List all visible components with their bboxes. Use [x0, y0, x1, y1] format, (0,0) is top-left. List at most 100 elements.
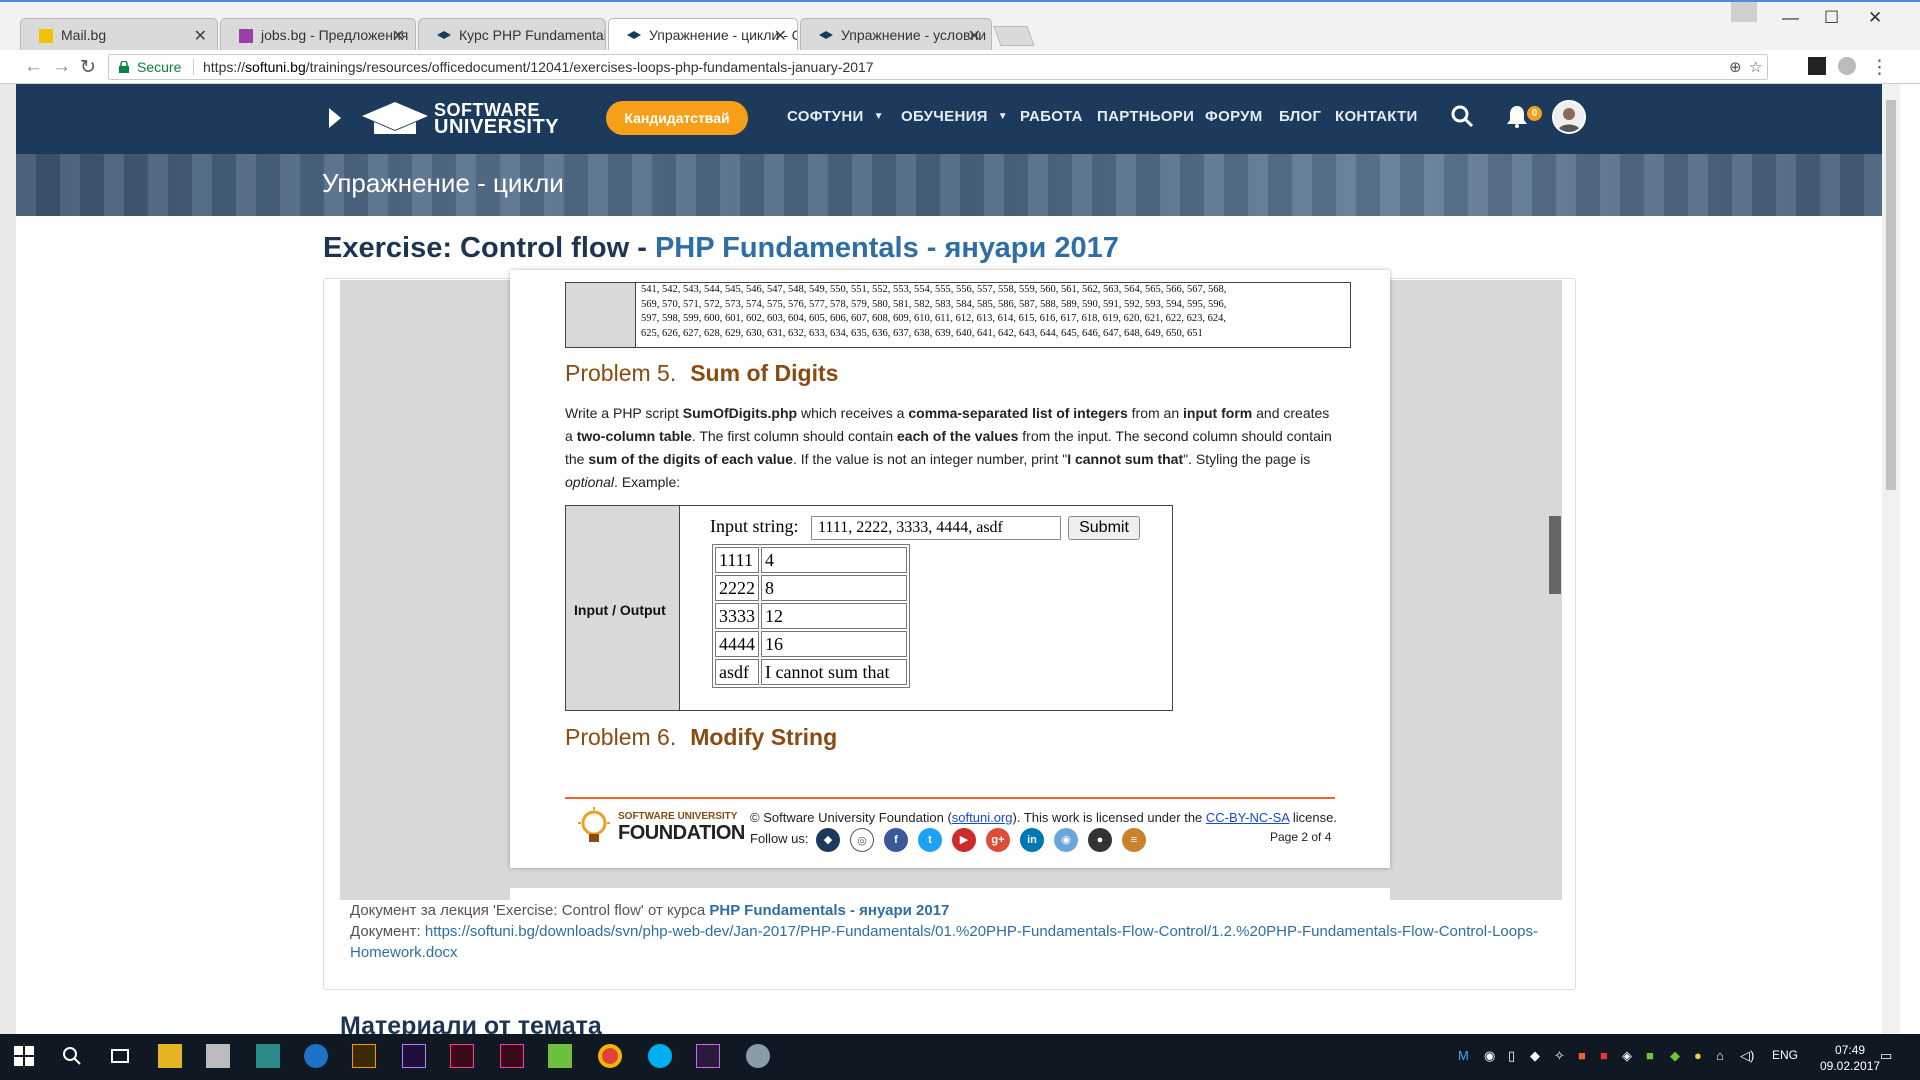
minimize-icon[interactable]: — — [1782, 8, 1799, 28]
github-icon[interactable]: ● — [1088, 828, 1112, 852]
softuni-org-link[interactable]: softuni.org — [952, 810, 1013, 825]
forward-arrow-icon[interactable]: → — [52, 56, 71, 78]
text-run: © Software University Foundation ( — [750, 810, 952, 825]
browser-tab-jobsbg[interactable]: jobs.bg - Предложения ✕ — [220, 18, 416, 52]
app-icon[interactable] — [548, 1044, 572, 1068]
nav-label: ОБУЧЕНИЯ — [901, 108, 988, 125]
bell-icon[interactable] — [1506, 104, 1528, 128]
tray-icon[interactable]: ■ — [1578, 1048, 1586, 1063]
stackoverflow-icon[interactable]: ≡ — [1122, 828, 1146, 852]
close-tab-icon[interactable]: ✕ — [968, 26, 981, 46]
apply-button[interactable]: Кандидатствай — [606, 101, 748, 135]
tray-icon[interactable]: ▯ — [1508, 1048, 1515, 1064]
tray-icon[interactable]: ◈ — [1622, 1048, 1632, 1064]
value-cell: 1111 — [715, 547, 759, 573]
nav-partners[interactable]: ПАРТНЬОРИ — [1097, 108, 1194, 125]
tray-icon[interactable]: ■ — [1600, 1048, 1608, 1063]
tray-icon[interactable]: ◉ — [1484, 1048, 1495, 1064]
slideshare-icon[interactable]: ◉ — [1054, 828, 1078, 852]
phpstorm-icon[interactable] — [696, 1044, 720, 1068]
extension-icon[interactable] — [1838, 57, 1856, 75]
url-prefix: https:// — [203, 59, 246, 75]
avatar[interactable] — [1552, 100, 1586, 134]
chrome-icon[interactable] — [598, 1044, 622, 1068]
extension-icon[interactable] — [1808, 57, 1826, 75]
url-text: https://softuni.bg/trainings/resources/o… — [203, 59, 874, 75]
browser-tab-mailbg[interactable]: Mail.bg ✕ — [20, 18, 218, 52]
course-link[interactable]: PHP Fundamentals - януари 2017 — [709, 902, 949, 919]
document-download-link[interactable]: https://softuni.bg/downloads/svn/php-web… — [350, 923, 1538, 961]
new-tab-button[interactable] — [993, 26, 1035, 46]
skype-icon[interactable] — [648, 1044, 672, 1068]
close-tab-icon[interactable]: ✕ — [194, 26, 207, 46]
twitter-icon[interactable]: t — [918, 828, 942, 852]
network-icon[interactable]: ⌂ — [1716, 1048, 1724, 1063]
lock-icon — [119, 61, 129, 73]
browser-tab-conditions[interactable]: Упражнение - условни ✕ — [800, 18, 992, 52]
tray-icon[interactable]: ✧ — [1554, 1048, 1565, 1064]
store-icon[interactable] — [206, 1044, 230, 1068]
tray-icon[interactable]: ● — [1694, 1048, 1702, 1063]
softuni-social-icon[interactable]: ◆ — [816, 828, 840, 852]
task-view-icon[interactable] — [108, 1044, 132, 1068]
close-tab-icon[interactable]: ✕ — [774, 26, 787, 46]
course-link[interactable]: PHP Fundamentals - януари 2017 — [655, 232, 1119, 264]
nav-blog[interactable]: БЛОГ — [1279, 108, 1321, 125]
license-link[interactable]: CC-BY-NC-SA — [1206, 810, 1289, 825]
document-meta: Документ за лекция 'Exercise: Control fl… — [350, 900, 1550, 963]
facebook-icon[interactable]: f — [884, 828, 908, 852]
youtube-icon[interactable]: ▶ — [952, 828, 976, 852]
url-field[interactable]: Secure https://softuni.bg/trainings/reso… — [108, 54, 1768, 80]
tray-icon[interactable]: ◆ — [1530, 1048, 1540, 1064]
file-explorer-icon[interactable] — [158, 1044, 182, 1068]
tray-icon[interactable]: M — [1458, 1048, 1469, 1063]
softuni-favicon-icon — [627, 31, 641, 39]
browser-profile-icon[interactable] — [1731, 2, 1757, 22]
text-run-bold: each of the values — [897, 428, 1019, 444]
volume-icon[interactable]: ◁) — [1740, 1048, 1754, 1064]
maximize-icon[interactable]: ☐ — [1824, 8, 1839, 28]
close-window-icon[interactable]: ✕ — [1868, 8, 1882, 28]
nav-forum[interactable]: ФОРУМ — [1205, 108, 1263, 125]
text-run: . If the value is not an integer number,… — [792, 451, 1068, 467]
app-icon[interactable] — [256, 1044, 280, 1068]
softuni-favicon-icon — [819, 31, 833, 39]
edge-icon[interactable] — [304, 1044, 328, 1068]
windows-start-icon[interactable] — [12, 1044, 36, 1068]
menu-toggle-icon[interactable] — [329, 108, 341, 128]
zoom-icon[interactable]: ⊕ — [1729, 58, 1742, 76]
site-logo-text[interactable]: SOFTWARE UNIVERSITY — [434, 101, 559, 137]
page-scrollbar-thumb[interactable] — [1886, 100, 1896, 490]
language-indicator[interactable]: ENG — [1772, 1048, 1798, 1062]
problem-title: Modify String — [690, 724, 838, 750]
google-plus-icon[interactable]: g+ — [986, 828, 1010, 852]
back-arrow-icon[interactable]: ← — [24, 56, 43, 78]
taskbar-clock[interactable]: 07:49 09.02.2017 — [1820, 1042, 1880, 1074]
browser-tab-loops[interactable]: Упражнение - цикли - С ✕ — [608, 18, 798, 52]
text-run: license. — [1289, 810, 1337, 825]
search-icon[interactable] — [60, 1044, 84, 1068]
browser-menu-icon[interactable]: ⋮ — [1870, 56, 1889, 79]
bookmark-star-icon[interactable]: ☆ — [1749, 58, 1762, 76]
illustrator-icon[interactable] — [352, 1044, 376, 1068]
close-tab-icon[interactable]: ✕ — [392, 26, 405, 46]
nav-trainings[interactable]: ОБУЧЕНИЯ ▼ — [901, 108, 1008, 125]
app-icon[interactable] — [746, 1044, 770, 1068]
browser-tab-php-course[interactable]: Курс PHP Fundamentals — [418, 18, 606, 52]
nav-contacts[interactable]: КОНТАКТИ — [1335, 108, 1418, 125]
tray-icon[interactable]: ◆ — [1670, 1048, 1680, 1064]
softuni-logo-icon[interactable] — [360, 98, 430, 140]
tab-label: Mail.bg — [61, 27, 107, 43]
softuni-hat-social-icon[interactable]: ◎ — [850, 828, 874, 852]
nav-softuni[interactable]: СОФТУНИ ▼ — [787, 108, 884, 125]
linkedin-icon[interactable]: in — [1020, 828, 1044, 852]
search-icon[interactable] — [1450, 104, 1474, 128]
action-center-icon[interactable]: ▭ — [1880, 1048, 1892, 1064]
tray-icon[interactable]: ■ — [1646, 1048, 1654, 1063]
after-effects-icon[interactable] — [402, 1044, 426, 1068]
indesign-icon[interactable] — [500, 1044, 524, 1068]
reload-icon[interactable]: ↻ — [80, 56, 96, 79]
indesign-icon[interactable] — [450, 1044, 474, 1068]
document-viewer-scrollbar[interactable] — [1549, 516, 1561, 594]
nav-jobs[interactable]: РАБОТА — [1020, 108, 1083, 125]
